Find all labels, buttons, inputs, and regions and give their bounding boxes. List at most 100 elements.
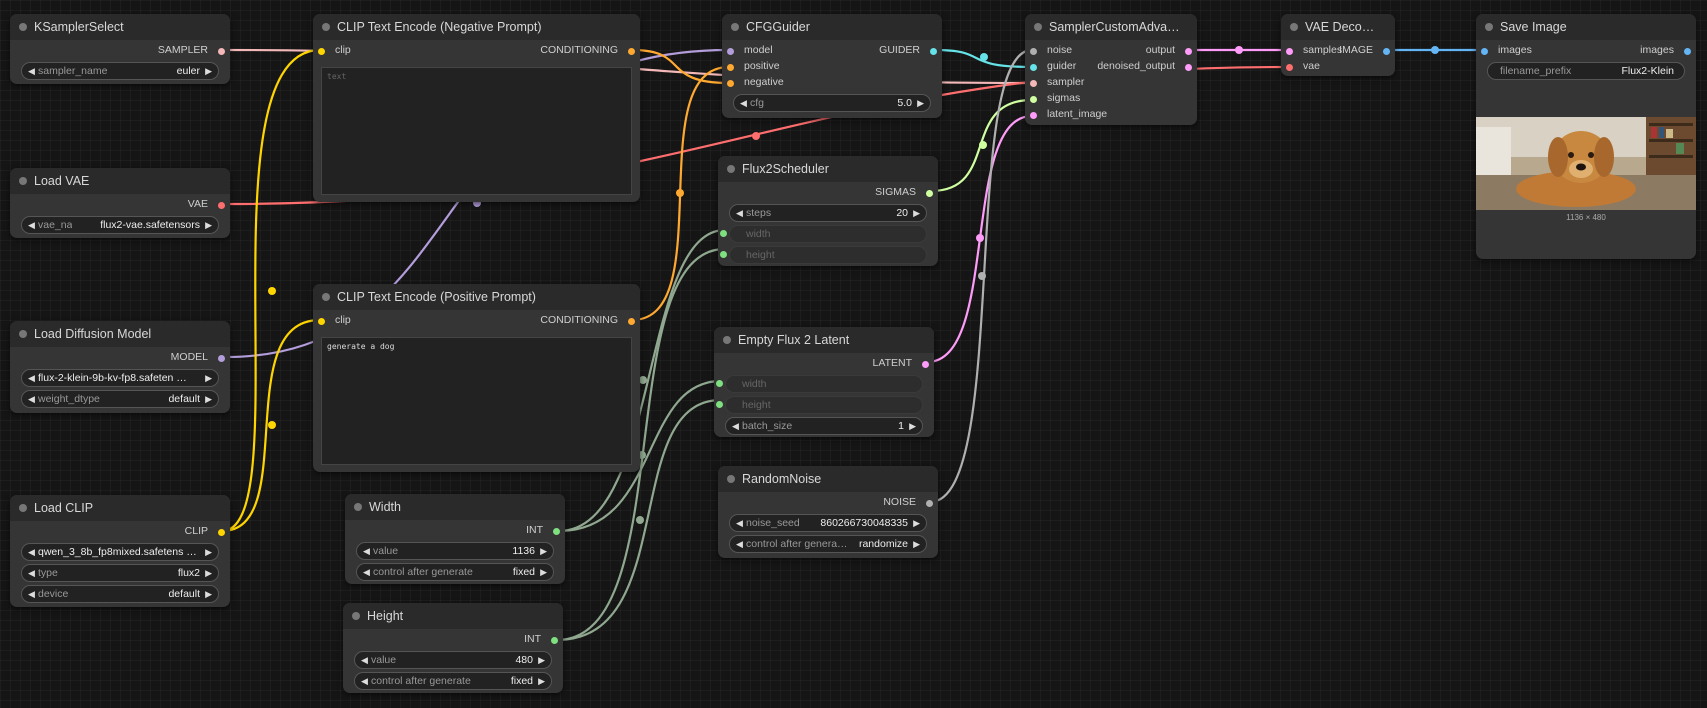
- node-title[interactable]: Flux2Scheduler: [718, 156, 938, 182]
- input-width-socket[interactable]: [720, 230, 727, 237]
- node-empty-flux2-latent[interactable]: Empty Flux 2 Latent LATENT width height …: [714, 327, 934, 437]
- clip-device-widget[interactable]: ◀ device default ▶: [21, 585, 219, 603]
- negative-prompt-textarea[interactable]: text: [321, 67, 632, 195]
- node-load-vae[interactable]: Load VAE VAE ◀ vae_na flux2-vae.safetens…: [10, 168, 230, 238]
- output-sampler-socket[interactable]: [218, 48, 225, 55]
- width-input-widget[interactable]: width: [716, 375, 923, 393]
- batch-size-widget[interactable]: ◀ batch_size 1 ▶: [725, 417, 923, 435]
- node-title[interactable]: KSamplerSelect: [10, 14, 230, 40]
- decrement-icon[interactable]: ◀: [736, 205, 743, 221]
- node-title[interactable]: Height: [343, 603, 563, 629]
- output-int-socket[interactable]: [551, 637, 558, 644]
- node-title[interactable]: Load CLIP: [10, 495, 230, 521]
- node-height[interactable]: Height INT ◀ value 480 ▶ ◀ control after…: [343, 603, 563, 693]
- node-title[interactable]: Width: [345, 494, 565, 520]
- decrement-icon[interactable]: ◀: [736, 536, 743, 552]
- output-vae-socket[interactable]: [218, 202, 225, 209]
- node-vae-decode[interactable]: VAE Deco… samples IMAGE vae: [1281, 14, 1395, 76]
- decrement-icon[interactable]: ◀: [28, 586, 35, 602]
- input-noise-socket[interactable]: [1030, 48, 1037, 55]
- output-images-socket[interactable]: [1684, 48, 1691, 55]
- output-guider-socket[interactable]: [930, 48, 937, 55]
- output-int-socket[interactable]: [553, 528, 560, 535]
- output-denoised-socket[interactable]: [1185, 64, 1192, 71]
- input-sigmas-socket[interactable]: [1030, 96, 1037, 103]
- input-negative-socket[interactable]: [727, 80, 734, 87]
- increment-icon[interactable]: ▶: [538, 673, 545, 689]
- node-clip-text-encode-negative[interactable]: CLIP Text Encode (Negative Prompt) clip …: [313, 14, 640, 202]
- input-sampler-socket[interactable]: [1030, 80, 1037, 87]
- input-height-socket[interactable]: [716, 401, 723, 408]
- node-sampler-custom-advanced[interactable]: SamplerCustomAdva… noise output guider d…: [1025, 14, 1197, 125]
- node-title[interactable]: VAE Deco…: [1281, 14, 1395, 40]
- increment-icon[interactable]: ▶: [913, 515, 920, 531]
- decrement-icon[interactable]: ◀: [28, 391, 35, 407]
- decrement-icon[interactable]: ◀: [732, 418, 739, 434]
- clip-name-widget[interactable]: ◀ qwen_3_8b_fp8mixed.safetens … ▶: [21, 543, 219, 561]
- decrement-icon[interactable]: ◀: [28, 217, 35, 233]
- decrement-icon[interactable]: ◀: [28, 544, 35, 560]
- output-clip-socket[interactable]: [218, 529, 225, 536]
- output-noise-socket[interactable]: [926, 500, 933, 507]
- width-input-widget[interactable]: width: [720, 225, 927, 243]
- decrement-icon[interactable]: ◀: [740, 95, 747, 111]
- increment-icon[interactable]: ▶: [205, 63, 212, 79]
- input-images-socket[interactable]: [1481, 48, 1488, 55]
- output-image-socket[interactable]: [1383, 48, 1390, 55]
- node-title[interactable]: Empty Flux 2 Latent: [714, 327, 934, 353]
- node-title[interactable]: Load VAE: [10, 168, 230, 194]
- decrement-icon[interactable]: ◀: [363, 543, 370, 559]
- increment-icon[interactable]: ▶: [540, 564, 547, 580]
- noise-control-widget[interactable]: ◀ control after genera… randomize ▶: [729, 535, 927, 553]
- weight-dtype-widget[interactable]: ◀ weight_dtype default ▶: [21, 390, 219, 408]
- increment-icon[interactable]: ▶: [205, 391, 212, 407]
- output-model-socket[interactable]: [218, 355, 225, 362]
- increment-icon[interactable]: ▶: [913, 205, 920, 221]
- sampler-name-widget[interactable]: ◀ sampler_name euler ▶: [21, 62, 219, 80]
- input-latent-socket[interactable]: [1030, 112, 1037, 119]
- decrement-icon[interactable]: ◀: [28, 565, 35, 581]
- filename-prefix-widget[interactable]: filename_prefix Flux2-Klein: [1487, 62, 1685, 80]
- node-width[interactable]: Width INT ◀ value 1136 ▶ ◀ control after…: [345, 494, 565, 584]
- node-title[interactable]: CLIP Text Encode (Negative Prompt): [313, 14, 640, 40]
- increment-icon[interactable]: ▶: [205, 586, 212, 602]
- node-random-noise[interactable]: RandomNoise NOISE ◀ noise_seed 860266730…: [718, 466, 938, 558]
- vae-name-widget[interactable]: ◀ vae_na flux2-vae.safetensors ▶: [21, 216, 219, 234]
- increment-icon[interactable]: ▶: [913, 536, 920, 552]
- steps-widget[interactable]: ◀ steps 20 ▶: [729, 204, 927, 222]
- increment-icon[interactable]: ▶: [205, 565, 212, 581]
- node-load-clip[interactable]: Load CLIP CLIP ◀ qwen_3_8b_fp8mixed.safe…: [10, 495, 230, 607]
- noise-seed-widget[interactable]: ◀ noise_seed 860266730048335 ▶: [729, 514, 927, 532]
- cfg-widget[interactable]: ◀ cfg 5.0 ▶: [733, 94, 931, 112]
- node-title[interactable]: Load Diffusion Model: [10, 321, 230, 347]
- increment-icon[interactable]: ▶: [917, 95, 924, 111]
- node-title[interactable]: SamplerCustomAdva…: [1025, 14, 1197, 40]
- decrement-icon[interactable]: ◀: [736, 515, 743, 531]
- decrement-icon[interactable]: ◀: [28, 370, 35, 386]
- output-conditioning-socket[interactable]: [628, 318, 635, 325]
- unet-name-widget[interactable]: ◀ flux-2-klein-9b-kv-fp8.safeten … ▶: [21, 369, 219, 387]
- input-clip-socket[interactable]: [318, 318, 325, 325]
- decrement-icon[interactable]: ◀: [28, 63, 35, 79]
- increment-icon[interactable]: ▶: [205, 370, 212, 386]
- node-save-image[interactable]: Save Image images images filename_prefix…: [1476, 14, 1696, 259]
- node-clip-text-encode-positive[interactable]: CLIP Text Encode (Positive Prompt) clip …: [313, 284, 640, 472]
- node-title[interactable]: CLIP Text Encode (Positive Prompt): [313, 284, 640, 310]
- input-vae-socket[interactable]: [1286, 64, 1293, 71]
- node-title[interactable]: RandomNoise: [718, 466, 938, 492]
- height-input-widget[interactable]: height: [716, 396, 923, 414]
- increment-icon[interactable]: ▶: [205, 217, 212, 233]
- height-control-widget[interactable]: ◀ control after generate fixed ▶: [354, 672, 552, 690]
- input-model-socket[interactable]: [727, 48, 734, 55]
- clip-type-widget[interactable]: ◀ type flux2 ▶: [21, 564, 219, 582]
- increment-icon[interactable]: ▶: [205, 544, 212, 560]
- height-value-widget[interactable]: ◀ value 480 ▶: [354, 651, 552, 669]
- output-output-socket[interactable]: [1185, 48, 1192, 55]
- positive-prompt-textarea[interactable]: generate a dog: [321, 337, 632, 465]
- node-title[interactable]: CFGGuider: [722, 14, 942, 40]
- decrement-icon[interactable]: ◀: [363, 564, 370, 580]
- node-flux2-scheduler[interactable]: Flux2Scheduler SIGMAS ◀ steps 20 ▶ width…: [718, 156, 938, 266]
- input-positive-socket[interactable]: [727, 64, 734, 71]
- increment-icon[interactable]: ▶: [909, 418, 916, 434]
- decrement-icon[interactable]: ◀: [361, 673, 368, 689]
